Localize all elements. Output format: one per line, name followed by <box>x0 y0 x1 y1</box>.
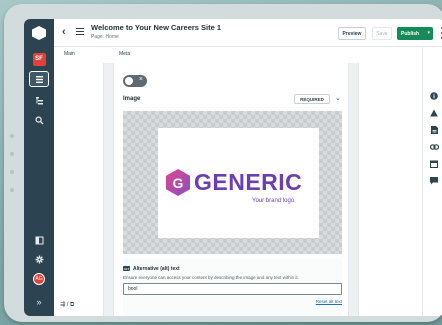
info-icon[interactable] <box>429 91 439 101</box>
reset-alt-text-link[interactable]: Reset alt text <box>316 299 342 304</box>
avatar-initials: AG <box>33 273 45 285</box>
tab-main[interactable]: Main <box>64 51 75 57</box>
comment-icon[interactable] <box>429 176 439 186</box>
warning-icon[interactable] <box>429 108 439 118</box>
brand-logo-image: G GENERIC Your brand logo <box>158 128 319 238</box>
page-tree-panel: ⇶ / ⧉ <box>54 63 104 316</box>
alt-text-description: Ensure everyone can access your content … <box>123 275 299 280</box>
required-badge: REQUIRED <box>294 94 330 104</box>
expand-icon[interactable]: » <box>29 294 49 310</box>
toggle-knob <box>125 77 133 85</box>
image-field-label: Image <box>123 96 141 102</box>
alt-text-input[interactable]: bool <box>123 283 342 295</box>
tab-meta[interactable]: Meta <box>119 51 130 57</box>
publish-label: Publish <box>401 30 420 37</box>
right-gutter <box>358 63 422 316</box>
page-title: Welcome to Your New Careers Site 1 <box>91 23 222 32</box>
chevron-down-icon[interactable]: ▾ <box>427 30 430 36</box>
alt-tag-icon: ALT <box>123 266 130 271</box>
search-icon[interactable] <box>29 112 49 128</box>
image-block-card: × Image REQUIRED ⌄ G GENERIC Your brand … <box>113 63 349 316</box>
brand-wordmark: GENERIC <box>194 169 303 195</box>
app-logo-icon[interactable] <box>29 25 49 41</box>
document-icon[interactable] <box>429 125 439 135</box>
avatar[interactable]: AG <box>29 271 49 287</box>
image-preview[interactable]: G GENERIC Your brand logo <box>123 111 342 254</box>
editor-canvas: × Image REQUIRED ⌄ G GENERIC Your brand … <box>104 63 358 316</box>
pages-icon[interactable] <box>29 71 49 87</box>
tree-footer-icons[interactable]: ⇶ / ⧉ <box>60 301 74 309</box>
page-subtitle: Page: Home <box>91 34 119 40</box>
brand-hex-icon: G <box>166 169 190 196</box>
alt-text-title: Alternative (alt) text <box>133 266 180 272</box>
calendar-icon[interactable] <box>429 159 439 169</box>
preview-button[interactable]: Preview <box>338 27 366 40</box>
device-dots <box>10 134 16 206</box>
publish-button[interactable]: Publish ▾ <box>397 27 433 40</box>
page-header: ‹ Welcome to Your New Careers Site 1 Pag… <box>54 19 442 47</box>
menu-icon[interactable] <box>76 28 84 35</box>
alt-text-section: ALT Alternative (alt) text Ensure everyo… <box>123 258 342 316</box>
gear-icon[interactable] <box>29 251 49 267</box>
site-badge-text: SF <box>32 52 46 66</box>
brand-tagline: Your brand logo <box>252 198 295 204</box>
link-icon[interactable] <box>429 142 439 152</box>
back-arrow-icon[interactable]: ‹ <box>62 26 66 38</box>
tree-icon[interactable] <box>29 92 49 108</box>
brand-hex-letter: G <box>172 174 184 191</box>
right-toolbar <box>422 47 442 316</box>
tablet-frame: SF AG » ‹ Welcome to Your New Careers Si… <box>4 4 442 322</box>
close-icon: × <box>138 76 143 83</box>
app-screen: SF AG » ‹ Welcome to Your New Careers Si… <box>24 19 442 316</box>
save-button[interactable]: Save <box>372 27 392 40</box>
collapse-chevron-icon[interactable]: ⌄ <box>335 94 341 102</box>
visibility-toggle[interactable]: × <box>123 75 147 87</box>
sidebar: SF AG » <box>24 19 54 316</box>
layout-icon[interactable] <box>29 232 49 248</box>
site-badge[interactable]: SF <box>29 51 49 67</box>
